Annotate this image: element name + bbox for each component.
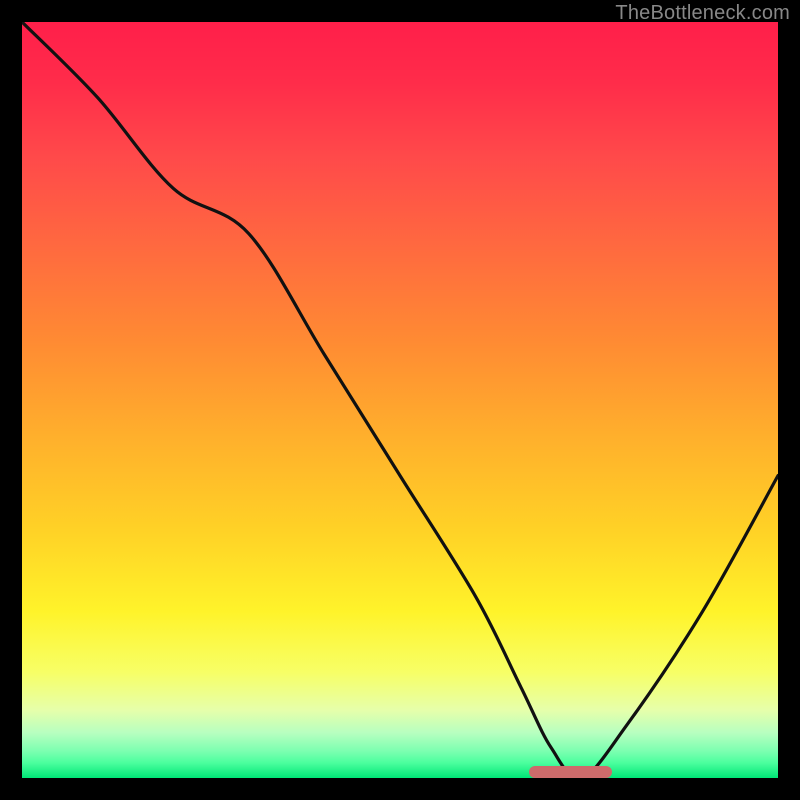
curve-path (22, 22, 778, 778)
optimal-range-marker (529, 766, 612, 778)
chart-frame (22, 22, 778, 778)
bottleneck-curve (22, 22, 778, 778)
